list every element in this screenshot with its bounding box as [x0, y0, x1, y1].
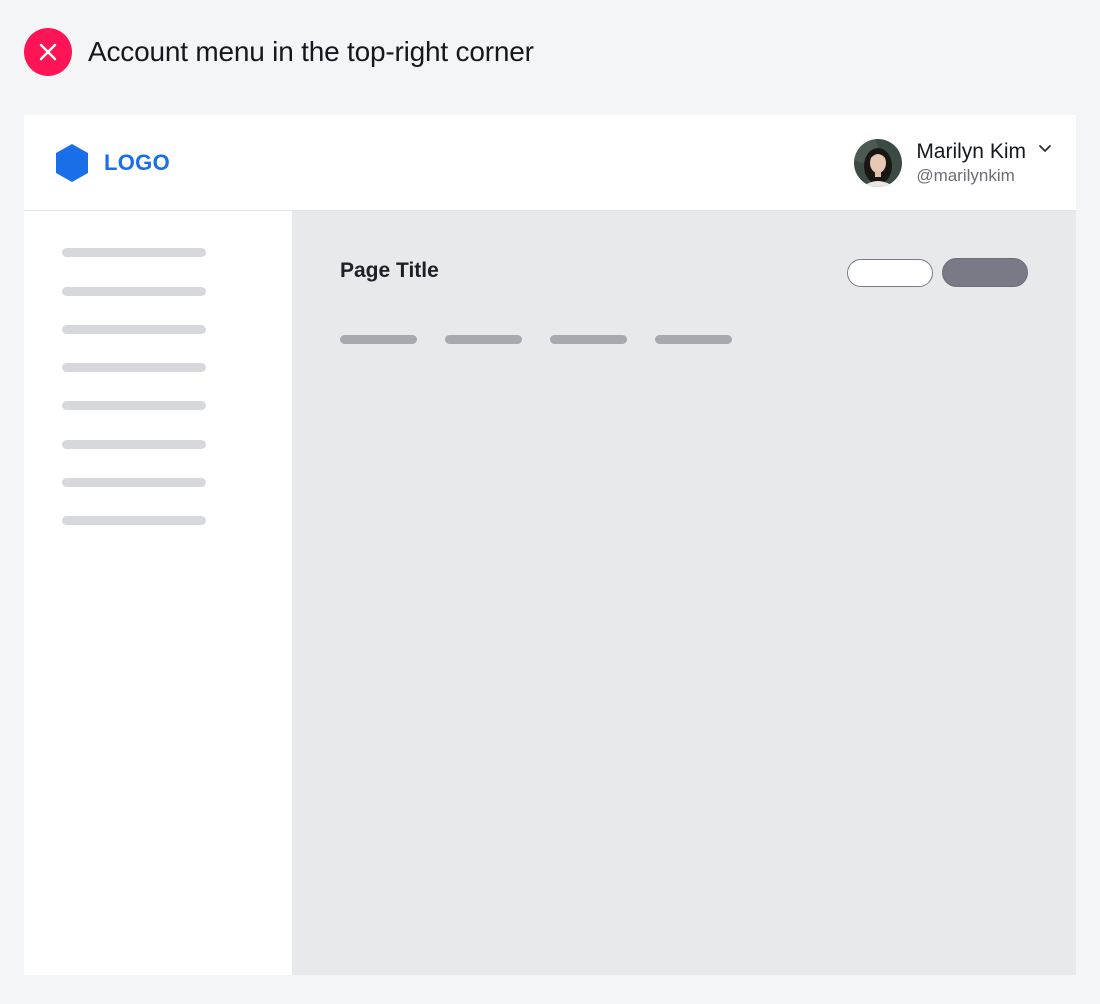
tab-placeholder[interactable]	[655, 335, 732, 344]
top-bar: LOGO Marilyn Kim @marilynkim	[24, 115, 1076, 211]
sidebar-item-placeholder[interactable]	[62, 440, 206, 449]
tab-placeholder[interactable]	[550, 335, 627, 344]
sidebar-item-placeholder[interactable]	[62, 287, 206, 296]
sidebar-item-placeholder[interactable]	[62, 478, 206, 487]
sidebar-item-placeholder[interactable]	[62, 363, 206, 372]
primary-action-button[interactable]	[942, 258, 1028, 287]
guideline-heading: Account menu in the top-right corner	[24, 28, 534, 76]
secondary-action-button[interactable]	[847, 259, 933, 287]
sidebar-item-placeholder[interactable]	[62, 325, 206, 334]
chevron-down-icon[interactable]	[1038, 144, 1052, 154]
main-content: Page Title	[292, 211, 1076, 975]
close-icon	[24, 28, 72, 76]
tab-placeholder[interactable]	[445, 335, 522, 344]
logo[interactable]: LOGO	[54, 143, 170, 183]
sidebar	[24, 211, 292, 975]
avatar[interactable]	[854, 139, 903, 187]
page-title: Page Title	[340, 259, 439, 282]
sidebar-item-placeholder[interactable]	[62, 248, 206, 257]
account-menu[interactable]: Marilyn Kim @marilynkim	[854, 138, 1052, 188]
logo-text: LOGO	[104, 150, 170, 175]
account-name: Marilyn Kim	[916, 140, 1026, 163]
hexagon-icon	[54, 143, 90, 183]
sidebar-item-placeholder[interactable]	[62, 401, 206, 410]
account-info: Marilyn Kim @marilynkim	[916, 139, 1026, 187]
tab-placeholder[interactable]	[340, 335, 417, 344]
heading-text: Account menu in the top-right corner	[88, 36, 534, 67]
app-frame: LOGO Marilyn Kim @marilynkim Page Title	[24, 115, 1076, 975]
sidebar-item-placeholder[interactable]	[62, 516, 206, 525]
account-handle: @marilynkim	[916, 166, 1015, 185]
